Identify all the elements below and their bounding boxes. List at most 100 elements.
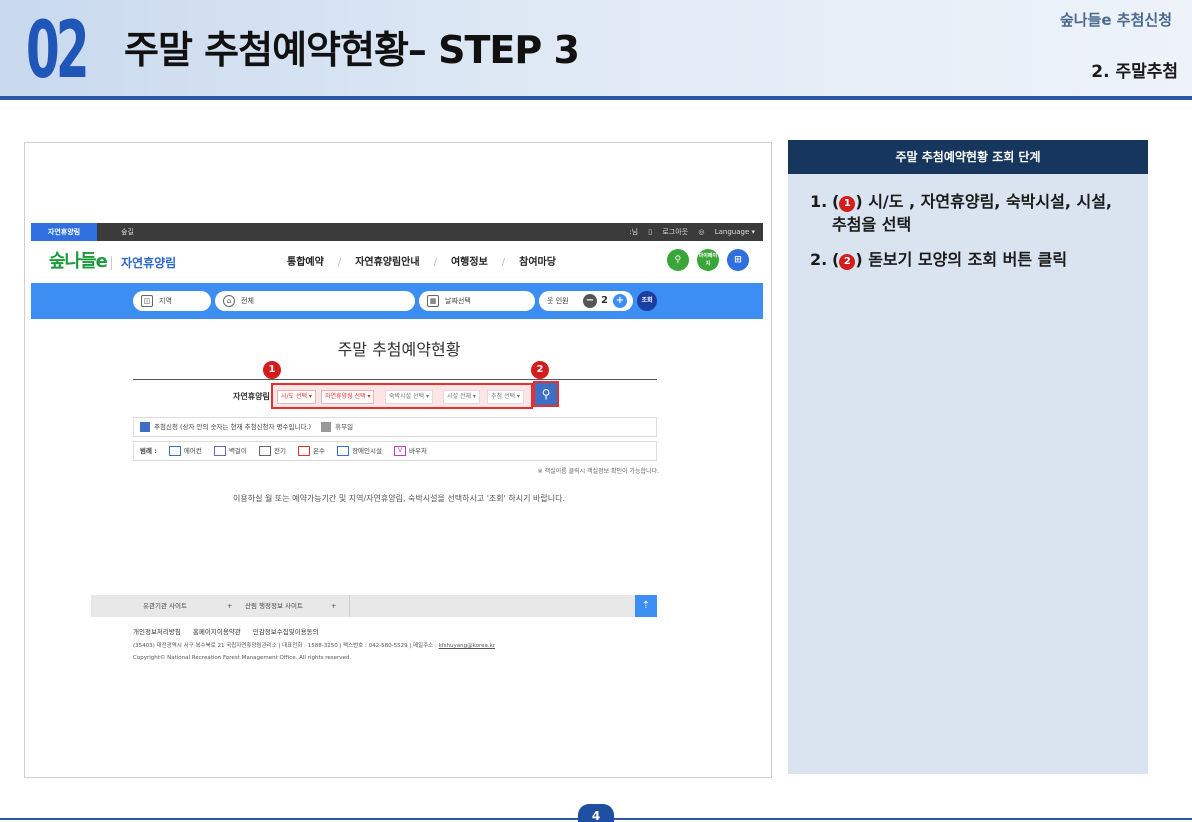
legend-electric: 전기 [258,446,286,456]
related-sites-plus[interactable]: + [227,595,232,617]
date-select[interactable]: ▦ 날짜선택 [419,291,535,311]
step-2-text: (2) 돋보기 모양의 조회 버튼 클릭 [810,248,1130,271]
slide: 02 주말 추첨예약현황– STEP 3 숲나들e 추첨신청 2. 주말추첨 자… [0,0,1192,822]
step-1: 1. (1) 시/도 , 자연휴양림, 숙박시설, 시설, 추첨을 선택 [810,190,1130,236]
hot-water-icon [298,446,311,456]
footer-link-bar: 유관기관 사이트 + 산림 행정정보 사이트 + [91,595,657,617]
filter-divider [133,379,657,380]
filter-highlight-box: 시/도 선택 ▾ 자연휴양림 선택 ▾ 숙박시설 선택 ▾ 시설 전체 ▾ 추첨… [271,383,533,409]
footer-policy-links: 개인정보처리방침 홈페이지이용약관 민감정보수집및이용동의 [133,627,329,637]
legend-aircon: 에어컨 [168,446,202,456]
select-lodging[interactable]: 숙박시설 선택 ▾ [385,390,433,404]
date-label: 날짜선택 [445,297,471,305]
logout-label: 로그아웃 [662,228,689,236]
footer-divider [349,595,350,617]
step-2-number: 2. [810,250,828,269]
nav-icon-group: ⚲ 마이페이지 ⊞ [664,249,749,271]
site-logo[interactable]: 숲나들e [49,251,108,273]
step-1-body: ) 시/도 , 자연휴양림, 숙박시설, 시설, 추첨을 선택 [832,192,1112,234]
section-number: 02 [26,6,90,96]
plus-button[interactable]: + [613,294,627,308]
people-count: 2 [601,295,608,306]
select-facility[interactable]: 시설 전체 ▾ [443,390,480,404]
lottery-legend-text: 추첨신청 (상자 안의 숫자는 현재 추첨신청자 명수입니다.) [154,423,312,431]
main-menu: 통합예약 / 자연휴양림안내 / 여행정보 / 참여마당 [287,255,556,271]
calendar-icon: ▦ [427,295,439,307]
search-icon[interactable]: ⚲ [666,249,689,271]
menu-separator: / [337,257,342,268]
select-facility-label: 시설 전체 [447,393,471,400]
menu-item-participation[interactable]: 참여마당 [519,255,556,271]
select-province[interactable]: 시/도 선택 ▾ [277,390,316,404]
wheelchair-icon [337,446,350,456]
site-topbar: 자연휴양림 숲길 :님 ▯ 로그아웃 ◎ Language ▾ [31,223,763,241]
wall-mount-icon [213,446,226,456]
steps-panel: 1. (1) 시/도 , 자연휴양림, 숙박시설, 시설, 추첨을 선택 2. … [788,174,1148,774]
privacy-policy-link[interactable]: 개인정보처리방침 [133,628,181,636]
related-sites-link[interactable]: 유관기관 사이트 [143,595,187,617]
menu-separator: / [501,257,506,268]
tab-recreation-forest[interactable]: 자연휴양림 [31,223,97,241]
filter-label: 자연휴양림 [233,392,270,401]
people-label: 인원 [555,297,569,305]
footer-address: (35403) 대전광역시 서구 복수북로 21 국립자연휴양림관리소 | 대표… [133,641,495,651]
aircon-icon [168,446,181,456]
step-1-badge: 1 [839,196,856,212]
select-lottery[interactable]: 추첨 선택 ▾ [487,390,524,404]
wall-label: 벽걸이 [228,447,247,455]
legend-accessible: 장애인시설 [337,446,382,456]
home-icon: ⌂ [223,295,235,307]
forest-admin-sites-plus[interactable]: + [331,595,336,617]
user-greeting: :님 [629,228,639,236]
step-1-number: 1. [810,192,828,211]
magnifier-search-button[interactable]: ⚲ [533,381,559,407]
step-2: 2. (2) 돋보기 모양의 조회 버튼 클릭 [810,248,1130,271]
mypage-icon[interactable]: 마이페이지 [696,249,719,271]
region-label: 지역 [159,297,172,305]
tab-forest-trail[interactable]: 숲길 [121,223,134,241]
step-1-text: (1) 시/도 , 자연휴양림, 숙박시설, 시설, 추첨을 선택 [810,190,1130,236]
menu-item-travel-info[interactable]: 여행정보 [451,255,488,271]
menu-separator: / [433,257,437,268]
slide-title: 주말 추첨예약현황– STEP 3 [124,28,580,72]
sensitive-info-link[interactable]: 민감정보수집및이용동의 [253,628,319,636]
select-forest-label: 자연휴양림 선택 [325,393,366,400]
select-recreation-forest[interactable]: 자연휴양림 선택 ▾ [321,390,375,404]
lottery-status-swatch [140,422,150,432]
steps-panel-title: 주말 추첨예약현황 조회 단계 [788,140,1148,174]
accessible-label: 장애인시설 [352,447,382,455]
slide-header: 02 주말 추첨예약현황– STEP 3 숲나들e 추첨신청 2. 주말추첨 [0,0,1192,100]
grid-menu-icon[interactable]: ⊞ [727,249,749,271]
site-navbar: 숲나들e 자연휴양림 통합예약 / 자연휴양림안내 / 여행정보 / 참여마당 ⚲ 마이페이… [31,241,763,283]
menu-item-forest-info[interactable]: 자연휴양림안내 [355,255,419,271]
minus-button[interactable]: − [583,294,597,308]
callout-badge-2: 2 [531,361,549,379]
scroll-top-button[interactable]: ⇡ [635,595,657,617]
website-screenshot: 자연휴양림 숲길 :님 ▯ 로그아웃 ◎ Language ▾ 숲나들e 자연휴… [24,142,772,778]
callout-badge-1: 1 [263,361,281,379]
footer-copyright: Copyright© National Recreation Forest Ma… [133,655,352,661]
language-label: Language [714,228,750,236]
terms-link[interactable]: 홈페이지이용약관 [193,628,241,636]
select-province-label: 시/도 선택 [281,393,308,400]
quick-search-button[interactable]: 조회 [637,291,657,311]
language-select[interactable]: ◎ Language ▾ [698,228,755,236]
site-section-title[interactable]: 자연휴양림 [121,255,176,271]
region-select[interactable]: ◫ 지역 [133,291,211,311]
legend-voucher: V 바우처 [394,446,427,456]
voucher-icon: V [394,446,407,456]
logo-divider [111,256,112,270]
facility-select[interactable]: ⌂ 전체 [215,291,415,311]
aircon-label: 에어컨 [183,447,202,455]
footer-email[interactable]: kfshuyang@korea.kr [439,643,496,649]
logout-link[interactable]: ▯ 로그아웃 [648,228,688,236]
select-lodging-label: 숙박시설 선택 [389,393,425,400]
step-2-paren: ( [832,250,840,269]
forest-admin-sites-link[interactable]: 산림 행정정보 사이트 [245,595,303,617]
electric-label: 전기 [273,447,286,455]
quick-search-bar: ◫ 지역 ⌂ 전체 ▦ 날짜선택 웃 인원 − 2 + 조회 [31,283,763,319]
facility-label: 전체 [241,297,254,305]
menu-item-integrated-booking[interactable]: 통합예약 [287,255,324,271]
electric-icon [258,446,271,456]
slide-subcategory: 2. 주말추첨 [1091,62,1178,82]
